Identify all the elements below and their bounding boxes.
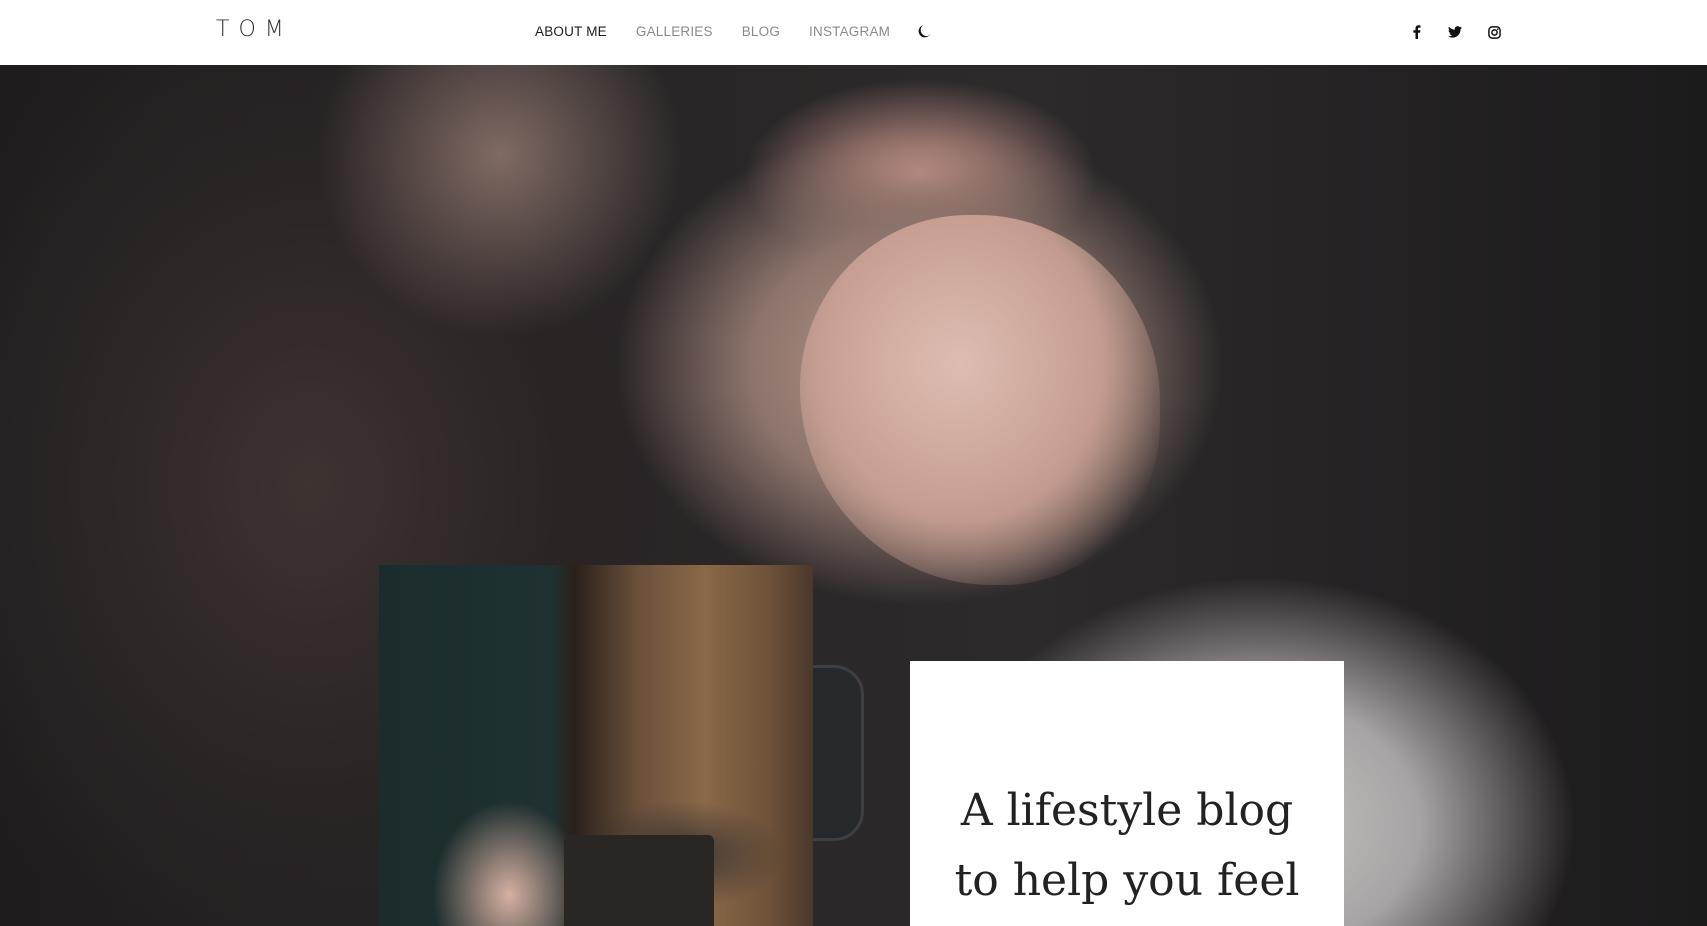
facebook-link[interactable] <box>1406 22 1426 42</box>
theme-toggle-button[interactable] <box>915 22 935 42</box>
twitter-link[interactable] <box>1445 22 1465 42</box>
nav-blog[interactable]: BLOG <box>742 24 780 39</box>
nav-galleries[interactable]: GALLERIES <box>636 24 713 39</box>
facebook-icon <box>1412 25 1421 39</box>
headline-line-2: to help you feel <box>954 855 1300 906</box>
hero-headline: A lifestyle blog to help you feel <box>910 776 1344 916</box>
featured-photo <box>379 565 813 926</box>
site-header: TOM ABOUT ME GALLERIES BLOG INSTAGRAM <box>0 0 1707 65</box>
headline-line-1: A lifestyle blog <box>960 785 1294 836</box>
site-logo[interactable]: TOM <box>216 17 293 42</box>
nav-about-me[interactable]: ABOUT ME <box>535 24 607 39</box>
main-nav: ABOUT ME GALLERIES BLOG INSTAGRAM <box>535 24 919 39</box>
hero-photo-detail <box>800 215 1160 585</box>
intro-card: A lifestyle blog to help you feel <box>910 661 1344 926</box>
nav-instagram[interactable]: INSTAGRAM <box>809 24 890 39</box>
instagram-link[interactable] <box>1484 22 1504 42</box>
twitter-icon <box>1448 26 1462 38</box>
instagram-icon <box>1487 25 1501 39</box>
coffee-mug-detail <box>564 835 714 926</box>
moon-icon <box>917 24 933 42</box>
